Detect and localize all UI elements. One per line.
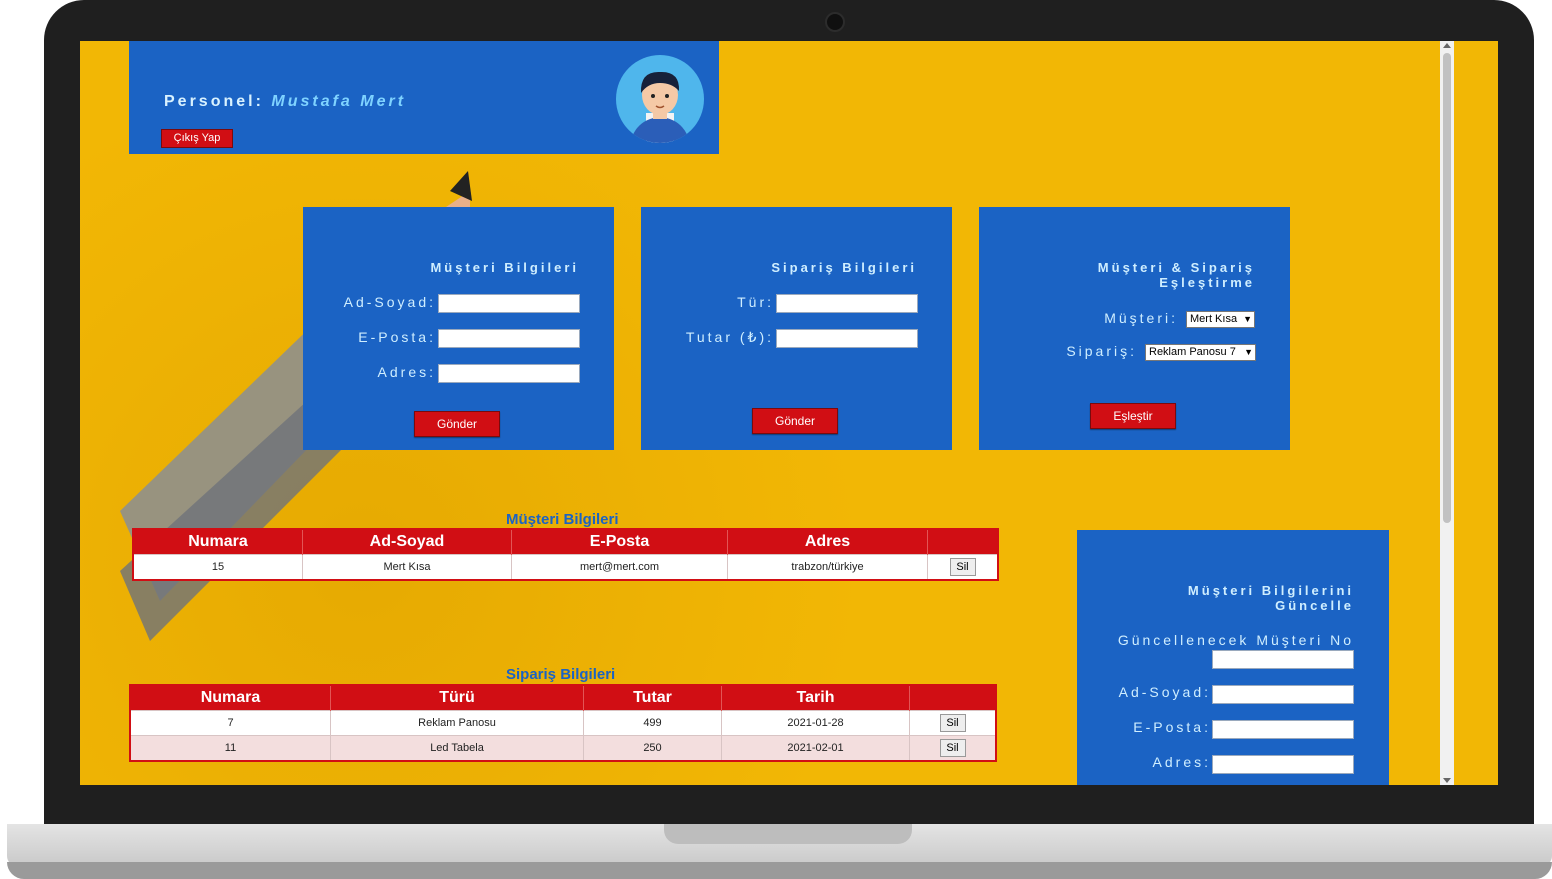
- order-form-title: Sipariş Bilgileri: [771, 260, 917, 275]
- update-email-input[interactable]: [1212, 720, 1354, 739]
- customers-table-caption: Müşteri Bilgileri: [506, 511, 619, 528]
- update-form-title-line1: Müşteri Bilgilerini: [1187, 583, 1354, 598]
- cell-name: Mert Kısa: [302, 554, 512, 580]
- cell-email: mert@mert.com: [511, 554, 728, 580]
- orders-table: Numara Türü Tutar Tarih 7 Reklam Panosu …: [129, 684, 997, 762]
- order-amount-label: Tutar (₺):: [685, 329, 774, 345]
- update-address-input[interactable]: [1212, 755, 1354, 774]
- order-submit-button[interactable]: Gönder: [752, 408, 838, 434]
- staff-header: Personel: Mustafa Mert Çıkış Yap: [129, 41, 719, 154]
- column-header: Numara: [130, 685, 331, 711]
- customer-name-label: Ad-Soyad:: [343, 294, 436, 310]
- match-form-title-line2: Eşleştirme: [1159, 275, 1255, 290]
- column-header: E-Posta: [511, 529, 728, 555]
- cell-type: Led Tabela: [330, 735, 584, 761]
- column-header: Tutar: [583, 685, 722, 711]
- camera-dot: [825, 12, 845, 32]
- match-submit-button[interactable]: Eşleştir: [1090, 403, 1176, 429]
- laptop-foot: [7, 862, 1552, 879]
- scroll-thumb[interactable]: [1443, 53, 1451, 523]
- customer-address-input[interactable]: [438, 364, 580, 383]
- table-row: 7 Reklam Panosu 499 2021-01-28 Sil: [130, 710, 997, 736]
- column-header: [909, 685, 997, 711]
- orders-table-caption: Sipariş Bilgileri: [506, 666, 616, 683]
- laptop-notch: [664, 824, 912, 844]
- order-type-label: Tür:: [737, 294, 774, 310]
- customer-form-card: Müşteri Bilgileri Ad-Soyad: E-Posta: Adr…: [303, 207, 614, 450]
- cell-no: 11: [130, 735, 331, 761]
- match-form-card: Müşteri & Sipariş Eşleştirme Müşteri: Me…: [979, 207, 1290, 450]
- cell-amount: 250: [583, 735, 722, 761]
- order-amount-input[interactable]: [776, 329, 918, 348]
- logout-button[interactable]: Çıkış Yap: [161, 129, 233, 148]
- column-header: Tarih: [721, 685, 910, 711]
- customer-form-title: Müşteri Bilgileri: [430, 260, 579, 275]
- scroll-down-icon[interactable]: [1443, 778, 1451, 783]
- cell-date: 2021-02-01: [721, 735, 910, 761]
- match-customer-selected: Mert Kısa: [1190, 313, 1238, 325]
- update-id-input[interactable]: [1212, 650, 1354, 669]
- update-id-label: Güncellenecek Müşteri No: [1117, 632, 1354, 648]
- table-row: 15 Mert Kısa mert@mert.com trabzon/türki…: [133, 554, 999, 580]
- column-header: [927, 529, 999, 555]
- table-header-row: Numara Türü Tutar Tarih: [130, 685, 997, 711]
- match-form-title-line1: Müşteri & Sipariş: [1097, 260, 1255, 275]
- match-customer-label: Müşteri:: [1104, 310, 1178, 326]
- column-header: Numara: [133, 529, 303, 555]
- chevron-down-icon: ▼: [1243, 314, 1252, 324]
- cell-amount: 499: [583, 710, 722, 736]
- cell-no: 7: [130, 710, 331, 736]
- scroll-up-icon[interactable]: [1443, 43, 1451, 48]
- delete-button[interactable]: Sil: [939, 714, 966, 732]
- update-form-card: Müşteri Bilgilerini Güncelle Güncellenec…: [1077, 530, 1389, 785]
- update-address-label: Adres:: [1152, 754, 1211, 770]
- delete-button[interactable]: Sil: [949, 558, 976, 576]
- customers-table: Numara Ad-Soyad E-Posta Adres 15 Mert Kı…: [132, 528, 999, 581]
- match-order-selected: Reklam Panosu 7: [1149, 346, 1236, 358]
- user-avatar-icon: [630, 71, 690, 143]
- avatar: [616, 55, 704, 143]
- match-form-title: Müşteri & Sipariş Eşleştirme: [1098, 260, 1255, 290]
- staff-title: Personel: Mustafa Mert: [164, 93, 406, 111]
- order-type-input[interactable]: [776, 294, 918, 313]
- update-email-label: E-Posta:: [1133, 719, 1211, 735]
- column-header: Türü: [330, 685, 584, 711]
- cell-date: 2021-01-28: [721, 710, 910, 736]
- table-row: 11 Led Tabela 250 2021-02-01 Sil: [130, 735, 997, 761]
- order-form-card: Sipariş Bilgileri Tür: Tutar (₺): Gönder: [641, 207, 952, 450]
- staff-name: Mustafa Mert: [271, 93, 407, 110]
- staff-label: Personel:: [164, 93, 264, 110]
- customer-email-input[interactable]: [438, 329, 580, 348]
- update-form-title-line2: Güncelle: [1275, 598, 1354, 613]
- update-name-label: Ad-Soyad:: [1118, 684, 1211, 700]
- column-header: Ad-Soyad: [302, 529, 512, 555]
- customer-email-label: E-Posta:: [358, 329, 436, 345]
- page-scrollbar[interactable]: [1440, 41, 1454, 785]
- cell-action: Sil: [927, 554, 999, 580]
- cell-type: Reklam Panosu: [330, 710, 584, 736]
- match-order-label: Sipariş:: [1066, 343, 1137, 359]
- customer-submit-button[interactable]: Gönder: [414, 411, 500, 437]
- customer-name-input[interactable]: [438, 294, 580, 313]
- update-name-input[interactable]: [1212, 685, 1354, 704]
- cell-action: Sil: [909, 735, 997, 761]
- table-header-row: Numara Ad-Soyad E-Posta Adres: [133, 529, 999, 555]
- customer-address-label: Adres:: [377, 364, 436, 380]
- chevron-down-icon: ▼: [1244, 347, 1253, 357]
- cell-no: 15: [133, 554, 303, 580]
- delete-button[interactable]: Sil: [939, 739, 966, 757]
- match-order-select[interactable]: Reklam Panosu 7 ▼: [1145, 344, 1256, 361]
- update-form-title: Müşteri Bilgilerini Güncelle: [1188, 583, 1354, 613]
- cell-address: trabzon/türkiye: [727, 554, 928, 580]
- column-header: Adres: [727, 529, 928, 555]
- match-customer-select[interactable]: Mert Kısa ▼: [1186, 311, 1255, 328]
- cell-action: Sil: [909, 710, 997, 736]
- browser-viewport: Personel: Mustafa Mert Çıkış Yap Müşteri…: [80, 41, 1498, 785]
